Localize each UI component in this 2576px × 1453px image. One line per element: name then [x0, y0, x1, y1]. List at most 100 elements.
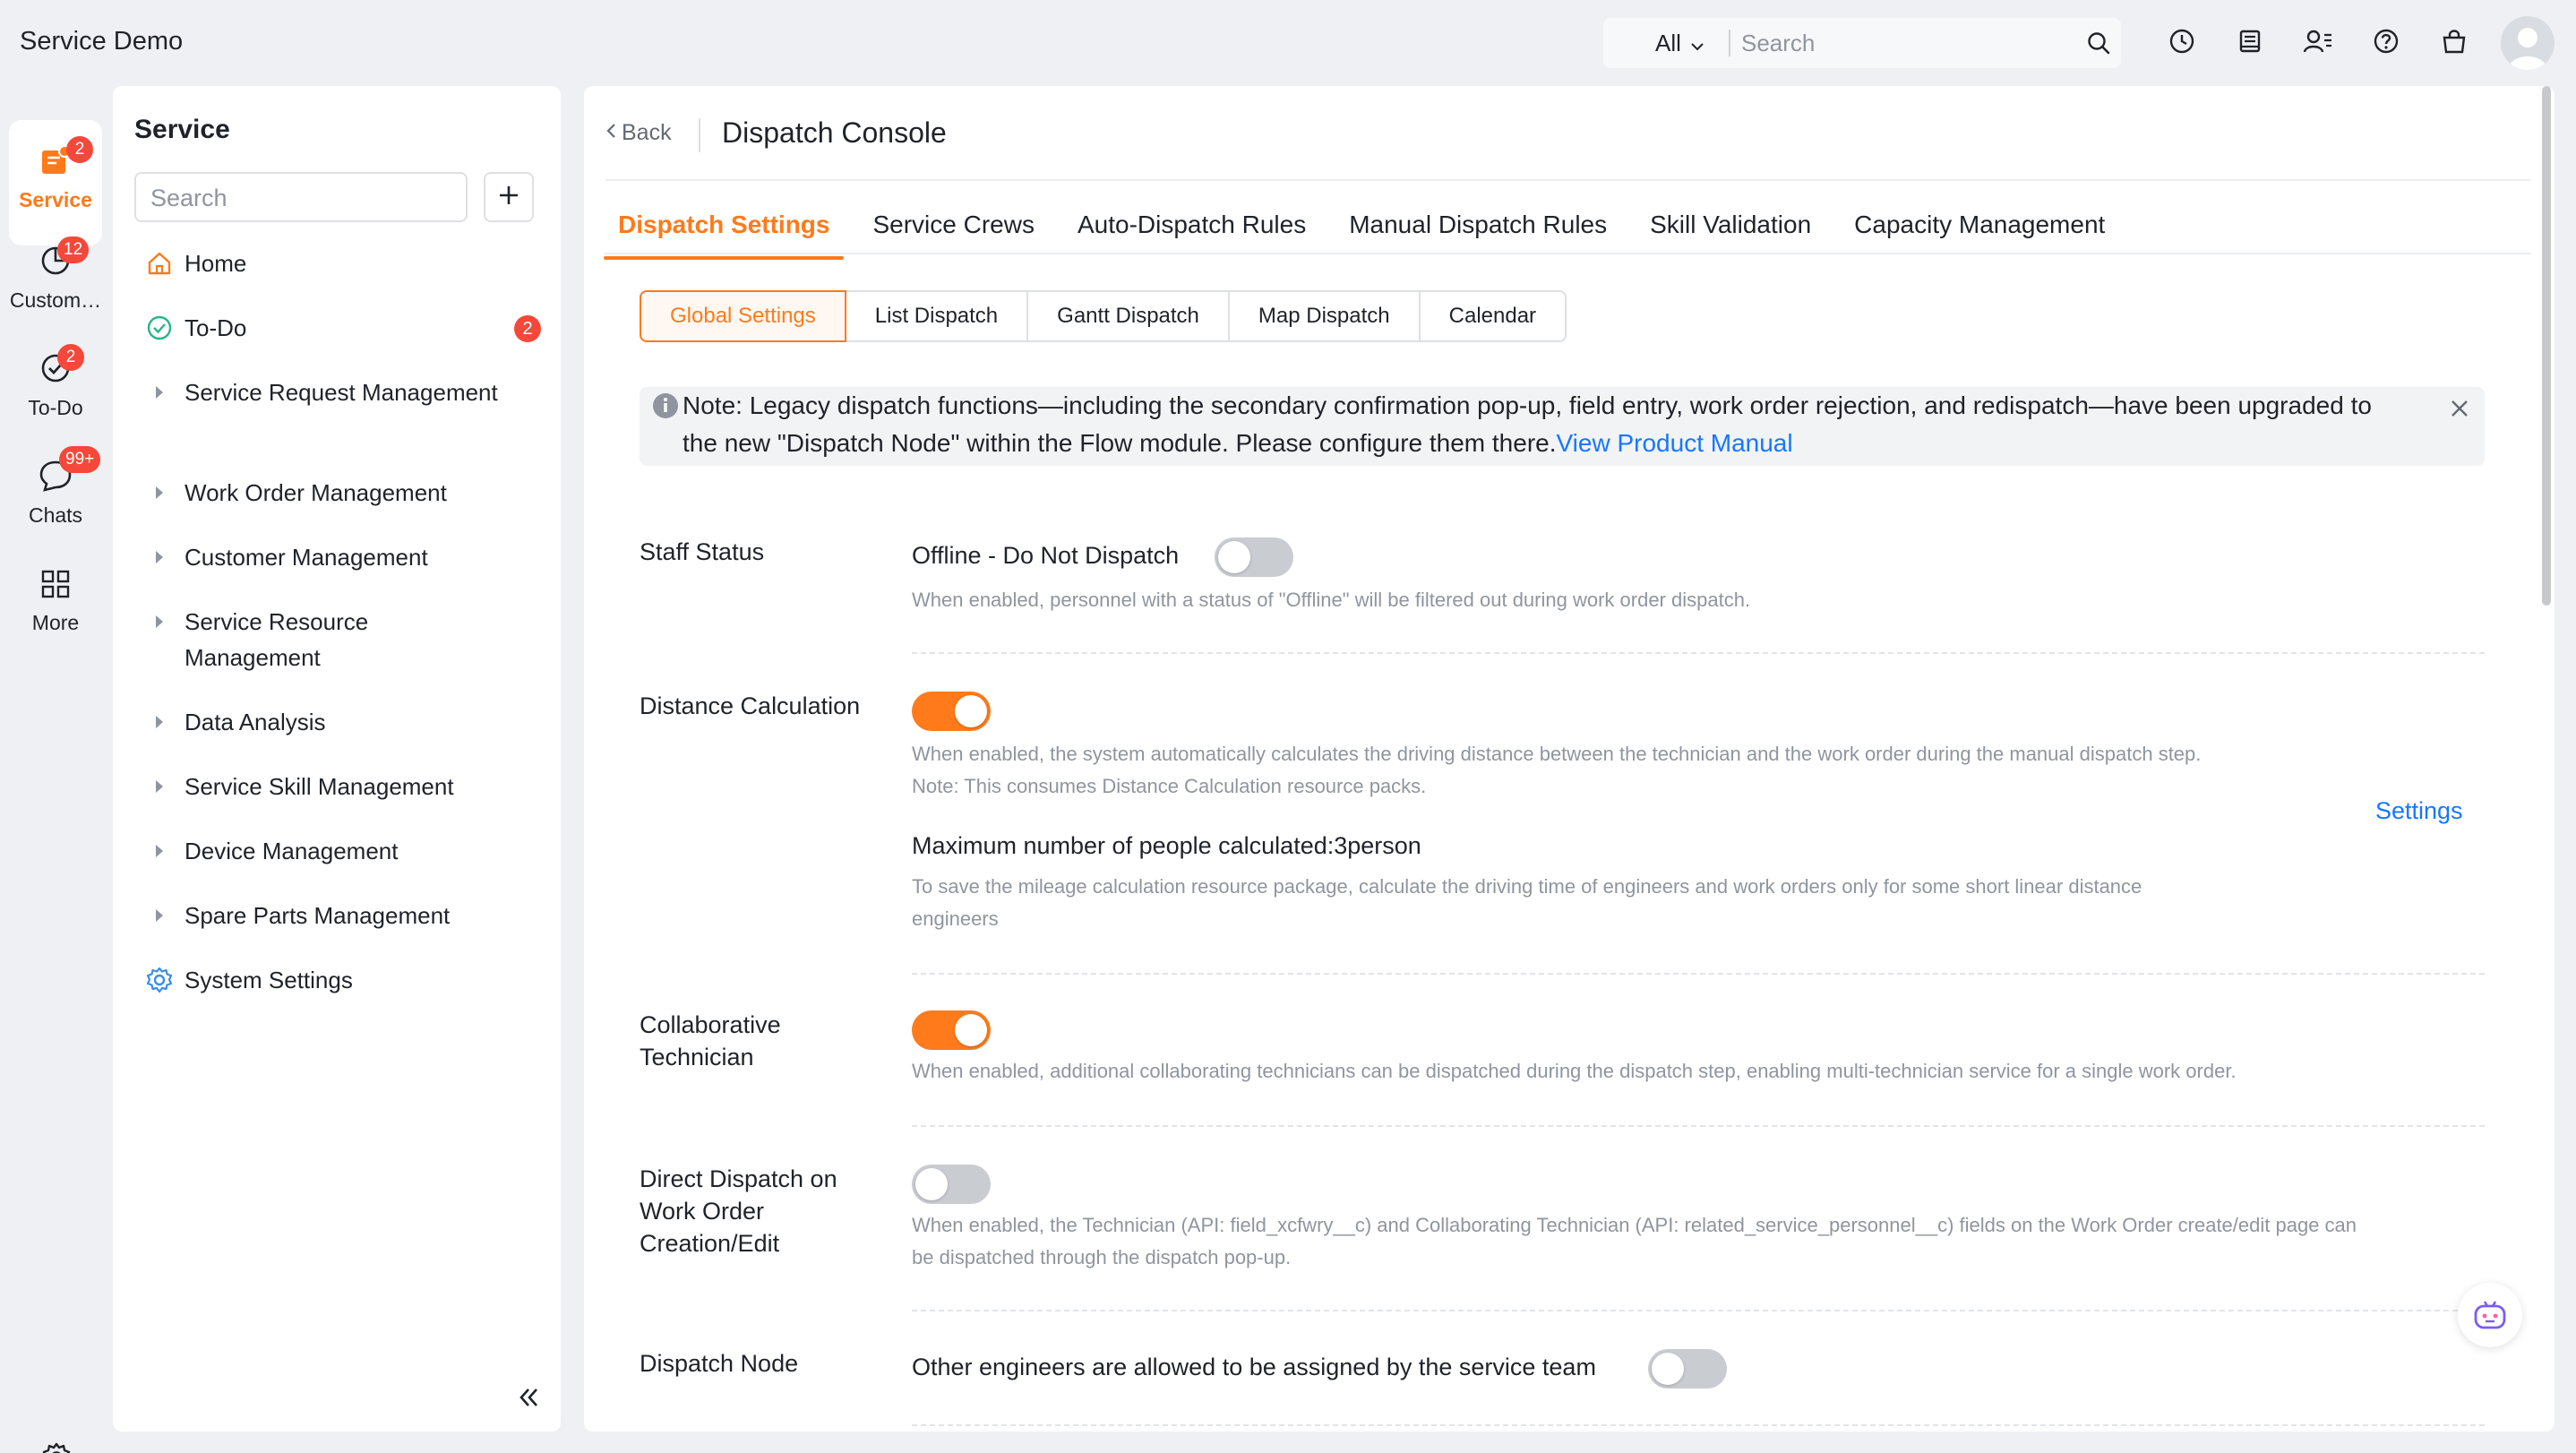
app-title: Service Demo: [20, 27, 184, 56]
tabs-rule: [604, 253, 2531, 254]
rail-item-label: Chats: [28, 503, 83, 527]
subtab-gantt-dispatch[interactable]: Gantt Dispatch: [1026, 290, 1230, 342]
caret-right-icon: [145, 478, 174, 507]
help-icon[interactable]: [2368, 23, 2404, 59]
direct-label-line2: Work Order: [640, 1198, 765, 1225]
dispatch-node-toggle[interactable]: [1648, 1349, 1727, 1389]
subtab-map-dispatch[interactable]: Map Dispatch: [1227, 290, 1421, 342]
info-icon: [652, 392, 679, 419]
rail-item-todo[interactable]: 2 To-Do: [0, 344, 111, 420]
search-icon[interactable]: [2076, 30, 2121, 56]
todo-count-badge: 2: [514, 315, 541, 342]
sidebar: Service Search Home To-Do 2 Service Requ…: [113, 86, 561, 1432]
bag-icon[interactable]: [2436, 23, 2472, 59]
page-title: Dispatch Console: [722, 116, 947, 149]
collaborative-technician-toggle[interactable]: [912, 1010, 991, 1050]
clock-icon[interactable]: [2164, 23, 2200, 59]
rail-item-label: To-Do: [28, 396, 83, 419]
direct-dispatch-description: When enabled, the Technician (API: field…: [912, 1214, 2357, 1236]
search-scope-select[interactable]: All: [1603, 30, 1729, 57]
sidebar-search-input[interactable]: Search: [134, 172, 468, 222]
assistant-bot-icon[interactable]: [2458, 1283, 2522, 1347]
sidebar-item-label: Data Analysis: [185, 709, 326, 735]
rail-badge: 12: [57, 236, 90, 263]
tab-dispatch-settings[interactable]: Dispatch Settings: [604, 202, 858, 260]
global-search-input[interactable]: Search: [1741, 30, 2076, 57]
distance-settings-link[interactable]: Settings: [2375, 797, 2463, 825]
max-people-calculated: Maximum number of people calculated:3per…: [912, 832, 1421, 859]
contacts-icon[interactable]: [2300, 23, 2336, 59]
section-divider: [912, 1424, 2485, 1426]
section-divider: [912, 1310, 2485, 1311]
caret-right-icon: [145, 837, 174, 865]
max-people-description: To save the mileage calculation resource…: [912, 875, 2142, 898]
subtab-list-dispatch[interactable]: List Dispatch: [844, 290, 1029, 342]
app-rail: 2 Service 12 Custom… 2 To-Do 99+ Chats M…: [0, 84, 111, 1453]
offline-do-not-dispatch-label: Offline - Do Not Dispatch: [912, 542, 1180, 569]
grid-icon: [39, 568, 72, 606]
rail-badge: 2: [57, 344, 84, 371]
sidebar-item-label: Service Skill Management: [185, 773, 454, 800]
rail-item-chats[interactable]: 99+ Chats: [0, 446, 111, 528]
subtabs: Global Settings List Dispatch Gantt Disp…: [640, 290, 1567, 342]
sidebar-item-label: To-Do: [185, 314, 247, 341]
sidebar-item-label: Service Request Management: [185, 379, 498, 406]
sidebar-item-label: Spare Parts Management: [185, 902, 451, 929]
tab-capacity-management[interactable]: Capacity Management: [1840, 202, 2134, 260]
subtab-global-settings[interactable]: Global Settings: [640, 290, 846, 342]
sidebar-item-label: Work Order Management: [185, 479, 447, 506]
caret-right-icon: [145, 901, 174, 930]
view-product-manual-link[interactable]: View Product Manual: [1557, 429, 1793, 457]
caret-right-icon: [145, 378, 174, 407]
subtab-calendar[interactable]: Calendar: [1418, 290, 1567, 342]
caret-right-icon: [145, 607, 174, 636]
tab-service-crews[interactable]: Service Crews: [858, 202, 1062, 260]
rail-item-customer[interactable]: 12 Custom…: [0, 236, 111, 313]
notice-message: Note: Legacy dispatch functions—includin…: [683, 391, 2372, 457]
direct-label-line3: Creation/Edit: [640, 1230, 780, 1257]
notes-icon[interactable]: [2232, 23, 2268, 59]
staff-status-description: When enabled, personnel with a status of…: [912, 589, 1751, 611]
rail-item-more[interactable]: More: [0, 559, 111, 635]
rail-item-label: Service: [19, 188, 92, 211]
dispatch-node-option: Other engineers are allowed to be assign…: [912, 1354, 1596, 1380]
check-circle-icon: [145, 314, 174, 342]
max-people-description-cont: engineers: [912, 907, 999, 930]
notice-text: Note: Legacy dispatch functions—includin…: [683, 387, 2411, 462]
chevron-down-icon: [1690, 30, 1704, 57]
collapse-sidebar-icon[interactable]: [512, 1381, 545, 1414]
caret-right-icon: [145, 772, 174, 801]
rail-item-label: More: [31, 611, 80, 634]
section-divider: [912, 1125, 2485, 1127]
rail-badge: 99+: [59, 446, 101, 473]
header-divider: [699, 118, 700, 152]
direct-dispatch-label: Direct Dispatch on Work Order Creation/E…: [640, 1163, 872, 1260]
rail-badge: 2: [66, 136, 93, 163]
sidebar-title: Service: [134, 115, 230, 144]
distance-calculation-label: Distance Calculation: [640, 692, 861, 719]
distance-calculation-toggle[interactable]: [912, 692, 991, 731]
rail-item-service[interactable]: 2 Service: [9, 120, 102, 245]
tab-skill-validation[interactable]: Skill Validation: [1636, 202, 1840, 260]
direct-dispatch-toggle[interactable]: [912, 1165, 991, 1204]
scrollbar[interactable]: [2542, 86, 2551, 606]
settings-gear-icon[interactable]: [39, 1440, 73, 1453]
main-panel: Back Dispatch Console Dispatch Settings …: [584, 86, 2555, 1432]
global-search[interactable]: All Search: [1603, 18, 2121, 68]
gear-icon: [145, 966, 174, 994]
search-scope-value: All: [1655, 29, 1681, 56]
add-button[interactable]: [484, 172, 534, 222]
offline-do-not-dispatch-toggle[interactable]: [1215, 537, 1293, 577]
section-divider: [912, 652, 2485, 654]
home-icon: [145, 249, 174, 278]
chevron-left-icon: [605, 120, 616, 146]
dispatch-node-label: Dispatch Node: [640, 1350, 799, 1377]
avatar[interactable]: [2501, 16, 2555, 70]
close-icon[interactable]: [2447, 396, 2472, 421]
direct-label-line1: Direct Dispatch on: [640, 1165, 837, 1192]
distance-description: When enabled, the system automatically c…: [912, 743, 2202, 765]
back-button[interactable]: Back: [605, 120, 672, 146]
collaborative-description: When enabled, additional collaborating t…: [912, 1060, 2237, 1082]
tab-manual-dispatch-rules[interactable]: Manual Dispatch Rules: [1335, 202, 1636, 260]
tab-auto-dispatch-rules[interactable]: Auto-Dispatch Rules: [1063, 202, 1335, 260]
